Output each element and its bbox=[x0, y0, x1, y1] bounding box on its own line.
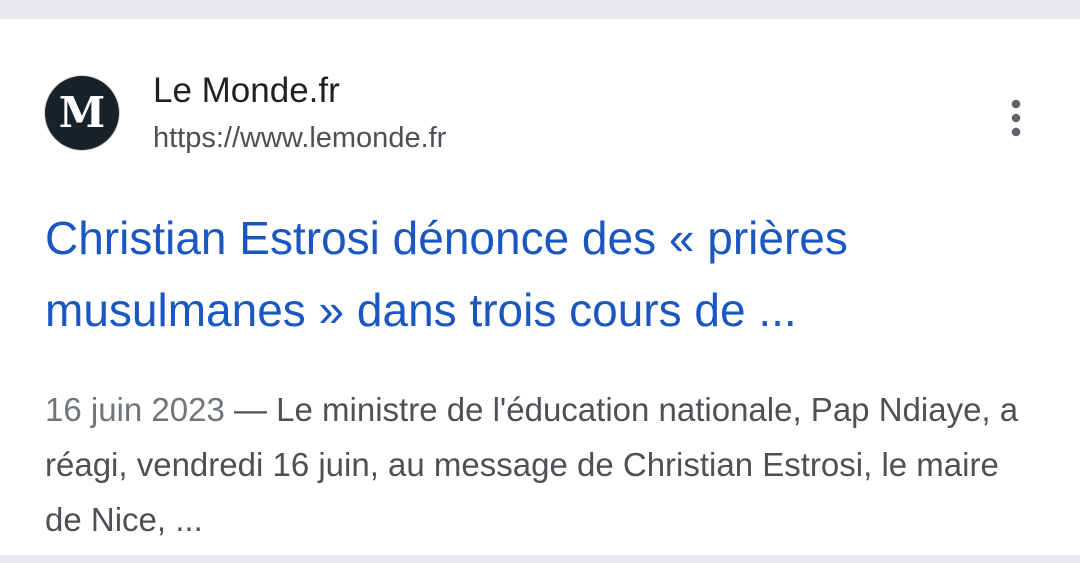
date-separator: — bbox=[224, 391, 277, 428]
search-result-card: M Le Monde.fr https://www.lemonde.fr Chr… bbox=[0, 19, 1080, 555]
result-title-link[interactable]: Christian Estrosi dénonce des « prières … bbox=[45, 202, 1035, 346]
more-options-button[interactable] bbox=[996, 94, 1036, 142]
result-title-line-2: musulmanes » dans trois cours de ... bbox=[45, 284, 797, 336]
more-vertical-icon bbox=[1011, 99, 1021, 137]
logo-glyph: M bbox=[59, 88, 106, 137]
site-url[interactable]: https://www.lemonde.fr bbox=[153, 120, 446, 156]
result-date: 16 juin 2023 bbox=[45, 391, 225, 428]
le-monde-logo-icon[interactable]: M bbox=[45, 76, 119, 150]
site-name[interactable]: Le Monde.fr bbox=[153, 69, 340, 113]
result-snippet: 16 juin 2023 — Le ministre de l'éducatio… bbox=[45, 382, 1035, 547]
result-title-line-1: Christian Estrosi dénonce des « prières bbox=[45, 212, 848, 264]
